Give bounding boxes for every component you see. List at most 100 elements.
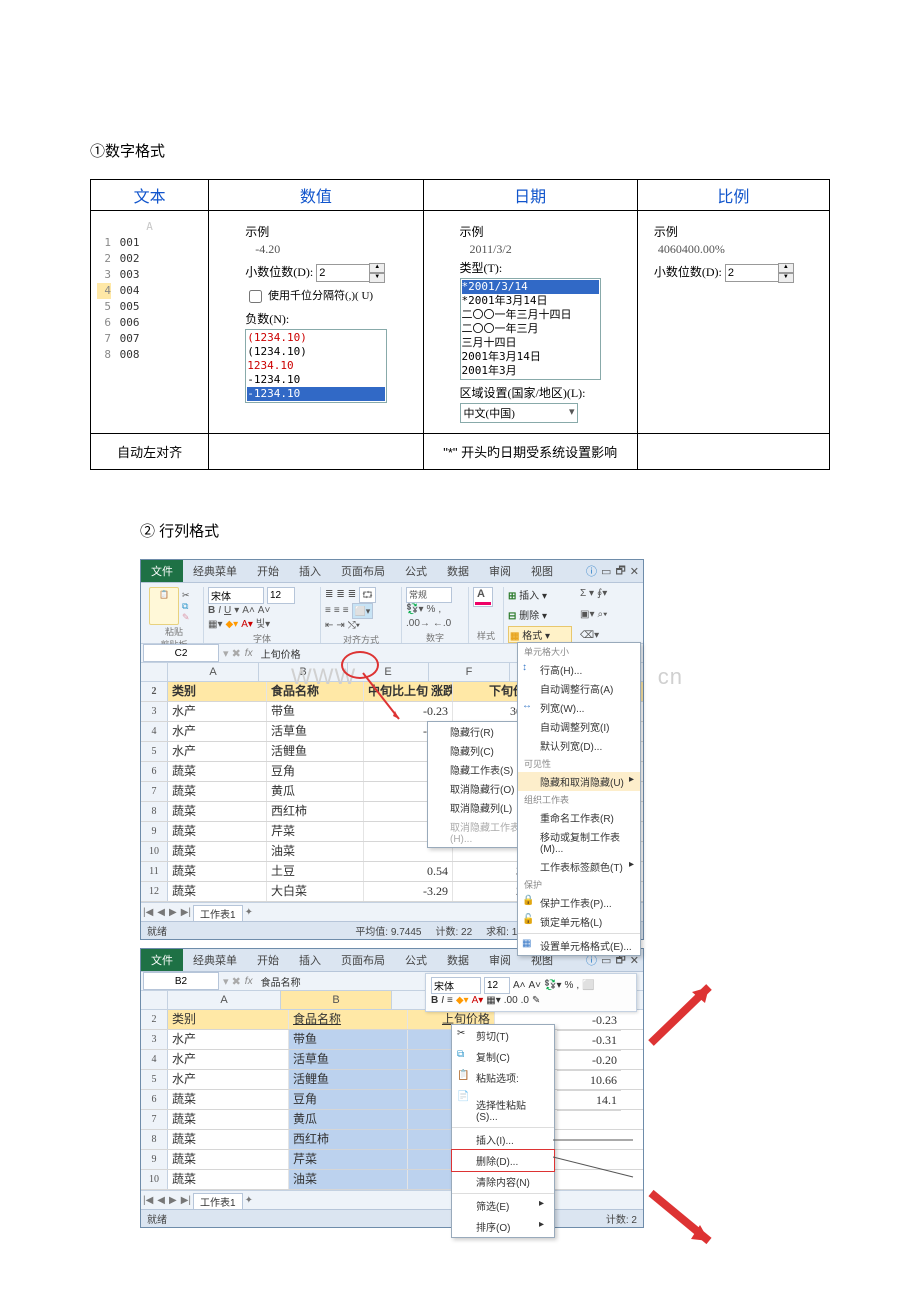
decimals-input[interactable]: [316, 264, 370, 282]
date-type-listbox[interactable]: *2001/3/14*2001年3月14日二〇〇一年三月十四日二〇〇一年三月三月…: [460, 278, 601, 380]
ribbon-tab[interactable]: 页面布局: [331, 560, 395, 582]
ratio-decimals-spinner[interactable]: ▲▼: [725, 263, 794, 283]
mini-shrink-font-icon[interactable]: A˅: [529, 979, 542, 993]
fx-icon[interactable]: fx: [245, 648, 253, 659]
col-header-B[interactable]: B: [281, 991, 392, 1009]
format-cells-item[interactable]: ▦设置单元格格式(E)...: [518, 936, 640, 955]
tab-color-item[interactable]: 工作表标签颜色(T) ▸: [518, 857, 640, 876]
merge-button[interactable]: ⬜▾: [352, 603, 374, 619]
mini-currency-icon[interactable]: 💱▾: [544, 979, 561, 993]
ctx-paste-special[interactable]: 选择性粘贴(S)...: [452, 1094, 554, 1126]
delete-action[interactable]: ⊟ 删除 ▾: [508, 611, 547, 622]
close-icon[interactable]: ✕: [630, 565, 639, 578]
fx-icon[interactable]: fx: [245, 976, 253, 987]
ribbon-tab[interactable]: 公式: [395, 949, 437, 971]
ribbon-tab[interactable]: 开始: [247, 949, 289, 971]
sheet-nav-prev[interactable]: ◀: [155, 1195, 167, 1206]
ribbon-tab[interactable]: 文件: [141, 560, 183, 582]
sheet-nav-first[interactable]: |◀: [141, 1195, 155, 1206]
ctx-sort[interactable]: 排序(O)▸: [452, 1216, 554, 1237]
format-dropdown[interactable]: 单元格大小 ↕行高(H)... 自动调整行高(A) ↔列宽(W)... 自动调整…: [517, 642, 641, 956]
row-height-item[interactable]: ↕行高(H)...: [518, 660, 640, 679]
font-size-combo[interactable]: [267, 587, 295, 604]
thousand-sep-checkbox[interactable]: [249, 290, 262, 303]
mini-align-icon[interactable]: ≡: [447, 994, 453, 1008]
paste-button[interactable]: 📋: [149, 587, 179, 625]
col-width-item[interactable]: ↔列宽(W)...: [518, 698, 640, 717]
sheet-nav-next[interactable]: ▶: [167, 1195, 179, 1206]
indent-inc-icon[interactable]: ⇥: [336, 619, 344, 633]
name-box[interactable]: [143, 972, 219, 990]
new-sheet-icon[interactable]: ✦: [243, 1195, 255, 1206]
indent-dec-icon[interactable]: ⇤: [325, 619, 333, 633]
ribbon-tab[interactable]: 文件: [141, 949, 183, 971]
col-header-A[interactable]: A: [168, 663, 259, 681]
sheet-tab-1[interactable]: 工作表1: [193, 905, 243, 921]
ribbon-tab[interactable]: 插入: [289, 560, 331, 582]
align-mid-icon[interactable]: ≣: [336, 588, 344, 602]
ribbon-tab[interactable]: 数据: [437, 560, 479, 582]
mini-toolbar[interactable]: A˄ A˅ 💱▾ % , ⬜ B I ≡ ◆▾ A▾ ▦▾ .00 .0 ✎: [425, 973, 637, 1012]
cut-icon[interactable]: ✂: [182, 590, 190, 601]
border-icon[interactable]: ▦▾: [208, 618, 222, 632]
percent-icon[interactable]: %: [426, 603, 435, 617]
align-left-icon[interactable]: ≡: [325, 604, 331, 618]
mini-fill-icon[interactable]: ◆▾: [456, 994, 469, 1008]
locale-combobox[interactable]: 中文(中国): [460, 403, 578, 423]
shrink-font-icon[interactable]: A˅: [258, 604, 271, 618]
ctx-insert[interactable]: 插入(I)...: [452, 1129, 554, 1150]
ctx-clear[interactable]: 清除内容(N): [452, 1171, 554, 1192]
sheet-tab-1[interactable]: 工作表1: [193, 1193, 243, 1209]
wrap-text-button[interactable]: ⮔: [359, 587, 376, 603]
ribbon-tab[interactable]: 视图: [521, 560, 563, 582]
hide-unhide-item[interactable]: 隐藏和取消隐藏(U) ▸: [518, 772, 640, 791]
underline-button[interactable]: U: [224, 604, 231, 618]
align-center-icon[interactable]: ≡: [334, 604, 340, 618]
ribbon-tab[interactable]: 经典菜单: [183, 560, 247, 582]
ctx-copy[interactable]: ⧉复制(C): [452, 1046, 554, 1067]
mini-font-name[interactable]: [431, 977, 481, 994]
autosum-icon[interactable]: Σ ▾: [580, 587, 594, 601]
rename-sheet-item[interactable]: 重命名工作表(R): [518, 808, 640, 827]
copy-icon[interactable]: ⧉: [182, 601, 190, 612]
spin-up-icon[interactable]: ▲: [778, 263, 794, 273]
grow-font-icon[interactable]: A˄: [242, 604, 255, 618]
mini-italic[interactable]: I: [441, 994, 444, 1008]
col-header-E[interactable]: E: [348, 663, 429, 681]
sheet-nav-last[interactable]: ▶|: [179, 907, 193, 918]
currency-icon[interactable]: 💱▾: [406, 603, 423, 617]
orientation-icon[interactable]: ⤭▾: [348, 619, 360, 633]
new-sheet-icon[interactable]: ✦: [243, 907, 255, 918]
mini-brush-icon[interactable]: ✎: [532, 994, 540, 1008]
mini-fontcolor-icon[interactable]: A▾: [472, 994, 484, 1008]
col-header-A[interactable]: A: [168, 991, 281, 1009]
sheet-nav-last[interactable]: ▶|: [179, 1195, 193, 1206]
dec-decimal-icon[interactable]: ←.0: [433, 617, 451, 631]
worksheet-grid[interactable]: A B C 2类别食品名称上旬价格3水产带鱼30.4水产活草鱼16.5水产活鲤鱼…: [141, 991, 643, 1190]
sort-filter-icon[interactable]: ∮▾: [597, 587, 607, 601]
col-header-B[interactable]: B: [259, 663, 348, 681]
phonetic-icon[interactable]: 빛▾: [256, 618, 270, 632]
spin-up-icon[interactable]: ▲: [369, 263, 385, 273]
find-icon[interactable]: ⌕▾: [597, 608, 607, 622]
ratio-decimals-input[interactable]: [725, 264, 779, 282]
move-copy-item[interactable]: 移动或复制工作表(M)...: [518, 827, 640, 857]
decimals-spinner[interactable]: ▲▼: [316, 263, 385, 283]
sheet-nav-next[interactable]: ▶: [167, 907, 179, 918]
ribbon-tab[interactable]: 插入: [289, 949, 331, 971]
sheet-nav-first[interactable]: |◀: [141, 907, 155, 918]
context-menu[interactable]: ✂剪切(T) ⧉复制(C) 📋粘贴选项: 📄 选择性粘贴(S)... 插入(I)…: [451, 1024, 555, 1238]
align-right-icon[interactable]: ≡: [343, 604, 349, 618]
clear-icon[interactable]: ⌫▾: [580, 629, 599, 643]
format-action[interactable]: ▦ 格式 ▾: [510, 631, 550, 642]
ribbon-tab[interactable]: 审阅: [479, 949, 521, 971]
negative-listbox[interactable]: (1234.10)(1234.10)1234.10-1234.10-1234.1…: [245, 329, 386, 403]
fill-color-icon[interactable]: ◆▾: [225, 618, 238, 632]
ribbon-tab[interactable]: 开始: [247, 560, 289, 582]
fill-icon[interactable]: ▣▾: [580, 608, 594, 622]
sheet-nav-prev[interactable]: ◀: [155, 907, 167, 918]
ctx-delete[interactable]: 删除(D)...: [451, 1149, 555, 1172]
mini-font-size[interactable]: [484, 977, 510, 994]
italic-button[interactable]: I: [218, 604, 221, 618]
number-format-combo[interactable]: 常规: [406, 587, 452, 603]
